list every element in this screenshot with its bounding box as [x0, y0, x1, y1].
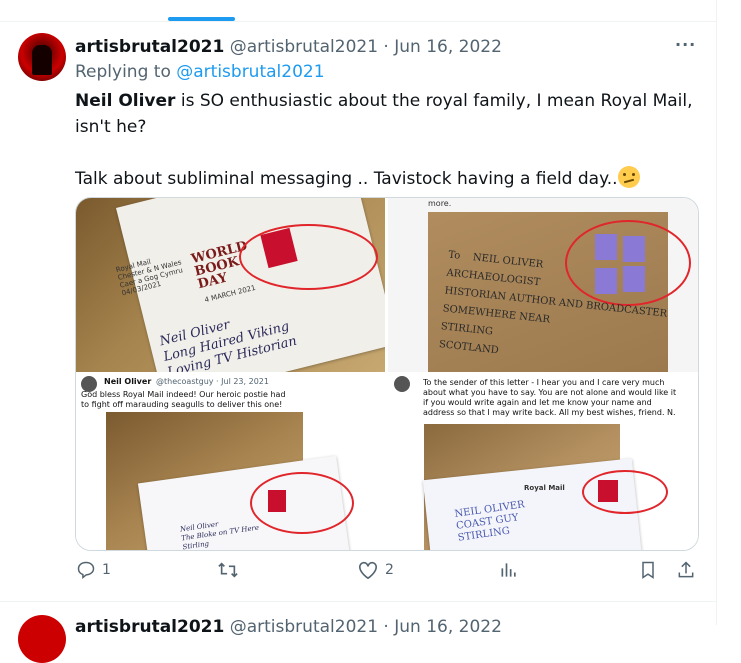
- retweet-button[interactable]: [217, 560, 245, 580]
- tweet-date[interactable]: Jun 16, 2022: [394, 37, 502, 57]
- author-name[interactable]: artisbrutal2021: [75, 37, 224, 57]
- tweet-header: artisbrutal2021 @artisbrutal2021 · Jun 1…: [75, 37, 502, 57]
- share-button[interactable]: [676, 560, 696, 580]
- replying-to: Replying to @artisbrutal2021: [75, 62, 325, 82]
- bookmark-button[interactable]: [638, 560, 658, 580]
- media-image-1[interactable]: Royal Mail Chester & N Wales Caer a Gog …: [76, 198, 385, 372]
- avatar[interactable]: [18, 33, 66, 81]
- media-grid: Royal Mail Chester & N Wales Caer a Gog …: [75, 197, 699, 551]
- divider: [0, 601, 716, 602]
- author-handle[interactable]: @artisbrutal2021: [230, 37, 378, 57]
- analytics-icon: [501, 563, 516, 577]
- media-image-4[interactable]: To the sender of this letter - I hear yo…: [388, 374, 698, 550]
- retweet-icon: [218, 562, 238, 578]
- tweet-text-bold: Neil Oliver: [75, 91, 176, 111]
- red-circle-annotation: [250, 472, 354, 534]
- bookmark-icon: [642, 561, 654, 579]
- embedded-text: God bless Royal Mail indeed! Our heroic …: [81, 390, 286, 409]
- avatar[interactable]: [18, 615, 66, 663]
- more-options-icon[interactable]: ···: [675, 35, 696, 54]
- rolling-eyes-emoji-icon: [617, 166, 640, 188]
- reply-button[interactable]: 1: [76, 560, 111, 580]
- handwritten-address: To NEIL OLIVER ARCHAEOLOGIST HISTORIAN A…: [438, 249, 668, 357]
- next-tweet-header: artisbrutal2021 @artisbrutal2021 · Jun 1…: [75, 617, 502, 637]
- tweet-text-line2: Talk about subliminal messaging .. Tavis…: [75, 169, 618, 189]
- royal-mail-label: Royal Mail: [524, 484, 565, 492]
- like-count: 2: [385, 562, 394, 578]
- divider: [0, 21, 716, 22]
- embedded-author: Neil Oliver: [104, 377, 152, 386]
- media-image-3[interactable]: Neil Oliver @thecoastguy · Jul 23, 2021 …: [76, 374, 385, 550]
- separator: ·: [378, 37, 395, 57]
- red-circle-annotation: [582, 470, 668, 514]
- views-button[interactable]: [499, 560, 519, 580]
- embedded-avatar: [394, 376, 410, 392]
- reply-icon: [77, 561, 95, 580]
- embedded-text: To the sender of this letter - I hear yo…: [423, 378, 677, 417]
- replying-handle-link[interactable]: @artisbrutal2021: [176, 62, 324, 82]
- next-author-handle[interactable]: @artisbrutal2021: [230, 617, 378, 637]
- red-circle-annotation: [239, 224, 378, 290]
- like-button[interactable]: 2: [357, 560, 394, 580]
- image-2-top-text: more.: [428, 199, 452, 208]
- tweet-actions: 1 2: [0, 560, 716, 590]
- embedded-handle: @thecoastguy · Jul 23, 2021: [156, 377, 269, 386]
- share-icon: [678, 561, 694, 578]
- reply-count: 1: [102, 562, 111, 578]
- tweet-text: Neil Oliver is SO enthusiastic about the…: [75, 88, 705, 192]
- heart-icon: [359, 561, 377, 580]
- next-author-name[interactable]: artisbrutal2021: [75, 617, 224, 637]
- replying-prefix: Replying to: [75, 62, 177, 82]
- next-tweet-date[interactable]: Jun 16, 2022: [394, 617, 502, 637]
- media-image-2[interactable]: more. To NEIL OLIVER ARCHAEOLOGIST HISTO…: [388, 198, 698, 372]
